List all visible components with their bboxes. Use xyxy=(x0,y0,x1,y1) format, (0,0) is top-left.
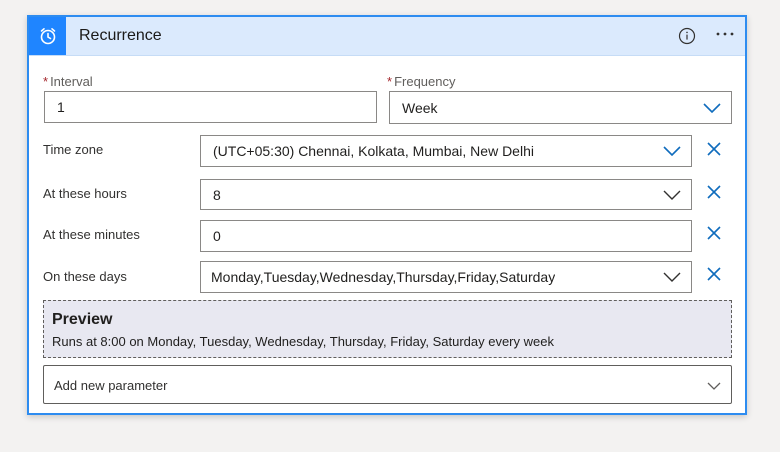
recurrence-card: Recurrence *Interval 1 *Frequency Week xyxy=(27,15,747,415)
days-value: Monday,Tuesday,Wednesday,Thursday,Friday… xyxy=(211,269,556,285)
hours-value: 8 xyxy=(213,186,221,203)
remove-minutes-icon[interactable] xyxy=(705,224,723,242)
param-label-time-zone: Time zone xyxy=(43,142,104,157)
hours-dropdown[interactable]: 8 xyxy=(200,179,692,210)
chevron-down-icon xyxy=(703,102,721,114)
time-zone-value: (UTC+05:30) Chennai, Kolkata, Mumbai, Ne… xyxy=(213,143,534,159)
card-header[interactable]: Recurrence xyxy=(29,17,745,56)
required-mark: * xyxy=(387,74,393,89)
interval-value: 1 xyxy=(57,99,65,115)
preview-title: Preview xyxy=(52,311,113,328)
frequency-dropdown[interactable]: Week xyxy=(389,91,732,124)
add-new-parameter-dropdown[interactable]: Add new parameter xyxy=(43,365,732,404)
frequency-label: * Frequency xyxy=(387,74,455,89)
frequency-value: Week xyxy=(402,99,438,116)
remove-hours-icon[interactable] xyxy=(705,183,723,201)
required-mark: * xyxy=(43,74,49,89)
alarm-clock-icon xyxy=(29,17,66,55)
chevron-down-icon xyxy=(663,271,681,283)
chevron-down-icon xyxy=(663,145,681,157)
remove-days-icon[interactable] xyxy=(705,265,723,283)
minutes-value: 0 xyxy=(213,228,221,244)
preview-panel: Preview Runs at 8:00 on Monday, Tuesday,… xyxy=(43,300,732,358)
param-label-minutes: At these minutes xyxy=(43,227,140,242)
info-icon[interactable] xyxy=(677,26,697,46)
param-label-days: On these days xyxy=(43,269,127,284)
chevron-down-icon xyxy=(707,378,721,396)
frequency-label-text: Frequency xyxy=(394,74,456,89)
interval-label-text: Interval xyxy=(50,74,93,89)
time-zone-dropdown[interactable]: (UTC+05:30) Chennai, Kolkata, Mumbai, Ne… xyxy=(200,135,692,167)
chevron-down-icon xyxy=(663,189,681,201)
param-label-hours: At these hours xyxy=(43,186,127,201)
more-icon[interactable] xyxy=(713,26,737,46)
interval-input[interactable]: 1 xyxy=(44,91,377,123)
remove-time-zone-icon[interactable] xyxy=(705,140,723,158)
interval-label: * Interval xyxy=(43,74,93,89)
preview-text: Runs at 8:00 on Monday, Tuesday, Wednesd… xyxy=(52,334,554,349)
add-new-parameter-label: Add new parameter xyxy=(54,378,168,393)
minutes-input[interactable]: 0 xyxy=(200,220,692,252)
days-dropdown[interactable]: Monday,Tuesday,Wednesday,Thursday,Friday… xyxy=(200,261,692,293)
card-title: Recurrence xyxy=(79,27,162,44)
